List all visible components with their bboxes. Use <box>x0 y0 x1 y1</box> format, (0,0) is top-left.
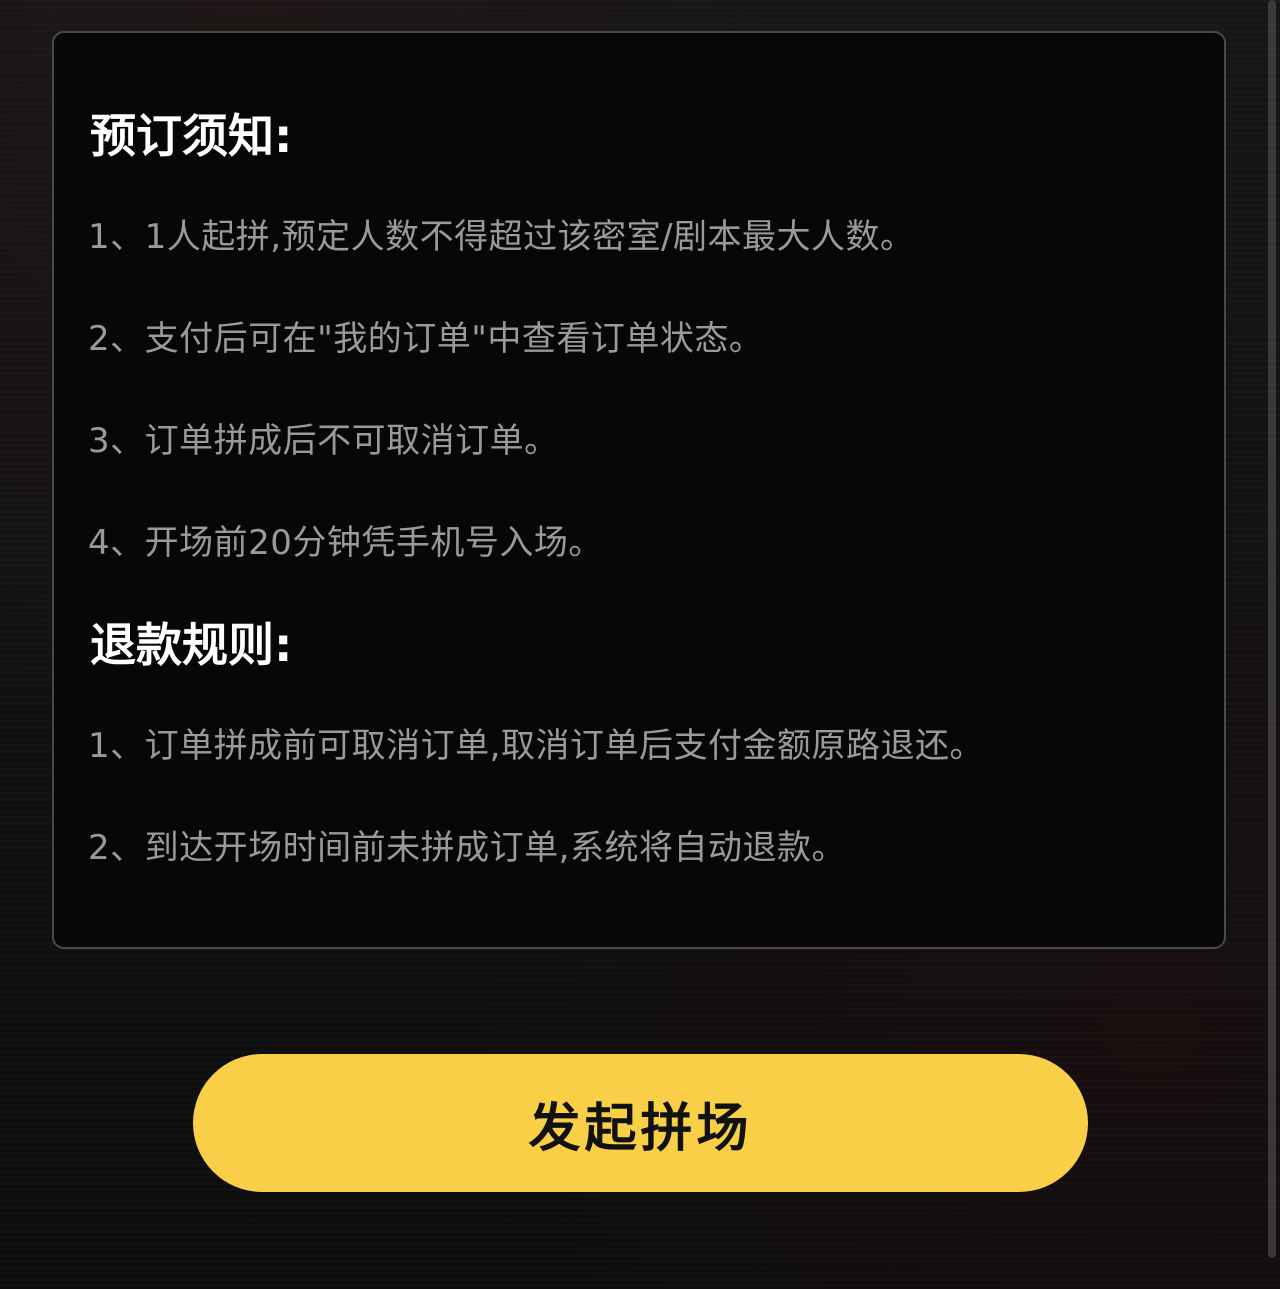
refund-rule-item-2: 2、到达开场时间前未拼成订单,系统将自动退款。 <box>88 828 846 868</box>
scrollbar[interactable] <box>1268 0 1276 1258</box>
refund-rules-title: 退款规则: <box>90 618 293 672</box>
notice-card: 预订须知: 1、1人起拼,预定人数不得超过该密室/剧本最大人数。 2、支付后可在… <box>52 31 1226 949</box>
booking-notice-item-3: 3、订单拼成后不可取消订单。 <box>88 421 559 461</box>
refund-rule-item-1: 1、订单拼成前可取消订单,取消订单后支付金额原路退还。 <box>88 726 984 766</box>
booking-notice-title: 预订须知: <box>90 109 293 163</box>
booking-notice-item-1: 1、1人起拼,预定人数不得超过该密室/剧本最大人数。 <box>88 217 915 257</box>
booking-notice-item-4: 4、开场前20分钟凭手机号入场。 <box>88 523 603 563</box>
start-group-button[interactable]: 发起拼场 <box>193 1054 1088 1192</box>
booking-notice-item-2: 2、支付后可在"我的订单"中查看订单状态。 <box>88 319 764 359</box>
